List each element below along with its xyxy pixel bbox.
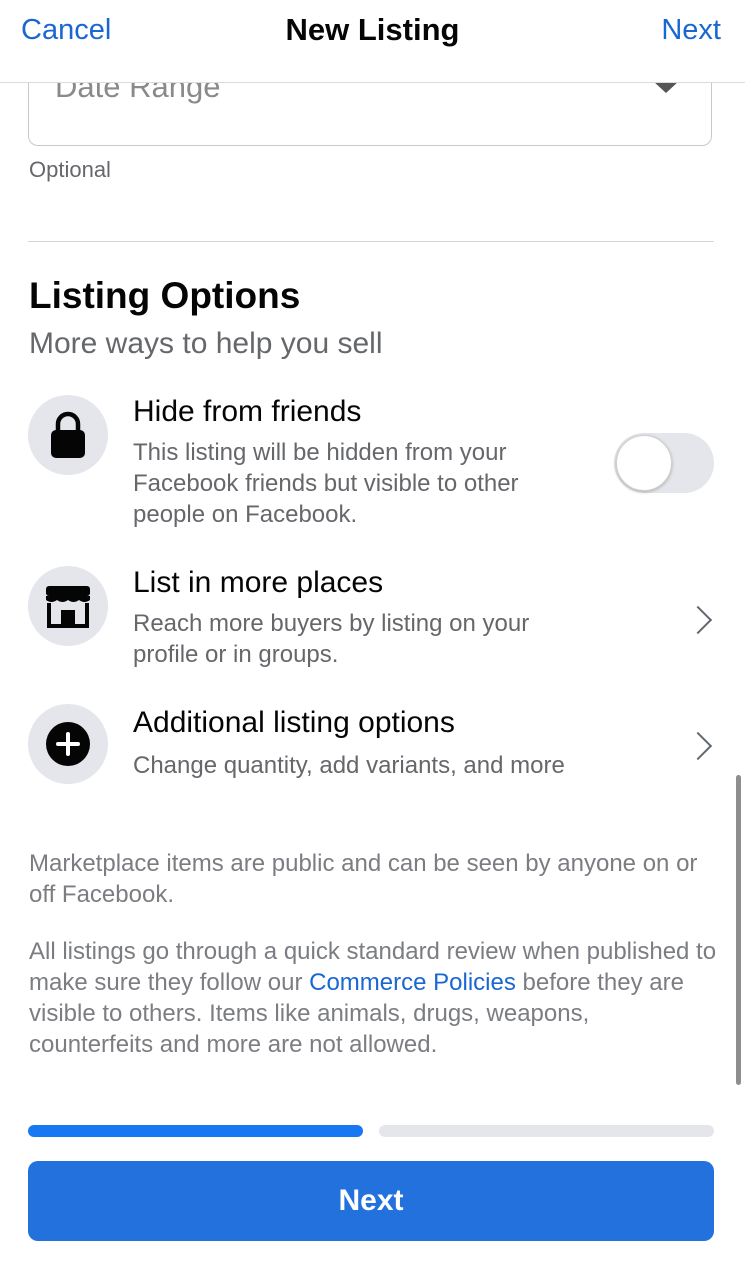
- option-description: Change quantity, add variants, and more: [133, 752, 565, 779]
- nav-next-button[interactable]: Next: [661, 14, 721, 47]
- chevron-right-icon[interactable]: [683, 605, 713, 635]
- page-title: New Listing: [285, 12, 460, 47]
- option-title: Hide from friends: [133, 395, 362, 428]
- option-hide-from-friends[interactable]: Hide from friends This listing will be h…: [28, 395, 718, 535]
- scrollbar[interactable]: [736, 775, 741, 1085]
- plus-circle-icon-circle: [28, 704, 108, 784]
- hide-from-friends-toggle[interactable]: [614, 433, 714, 493]
- option-title: Additional listing options: [133, 706, 455, 739]
- section-subtitle: More ways to help you sell: [29, 327, 383, 360]
- step-progress: [28, 1125, 714, 1137]
- storefront-icon: [46, 586, 90, 628]
- option-description: Reach more buyers by listing on your pro…: [133, 610, 530, 668]
- public-notice: Marketplace items are public and can be …: [29, 850, 698, 908]
- storefront-icon-circle: [28, 566, 108, 646]
- progress-segment-pending: [379, 1125, 714, 1137]
- section-divider: [28, 241, 714, 242]
- review-notice: All listings go through a quick standard…: [29, 936, 719, 1060]
- cancel-button[interactable]: Cancel: [21, 14, 111, 47]
- lock-icon: [51, 411, 85, 458]
- lock-icon-circle: [28, 395, 108, 475]
- section-title: Listing Options: [29, 275, 301, 316]
- option-title: List in more places: [133, 566, 384, 599]
- optional-helper-text: Optional: [29, 157, 111, 182]
- plus-circle-icon: [46, 722, 90, 766]
- option-additional-listing-options[interactable]: Additional listing options Change quanti…: [28, 704, 718, 786]
- nav-bar: Cancel New Listing Next: [0, 0, 745, 83]
- toggle-knob: [616, 435, 672, 491]
- option-list-in-more-places[interactable]: List in more places Reach more buyers by…: [28, 566, 718, 668]
- option-description: This listing will be hidden from your Fa…: [133, 439, 519, 528]
- commerce-policies-link[interactable]: Commerce Policies: [309, 969, 516, 996]
- progress-segment-complete: [28, 1125, 363, 1137]
- next-button[interactable]: Next: [28, 1161, 714, 1241]
